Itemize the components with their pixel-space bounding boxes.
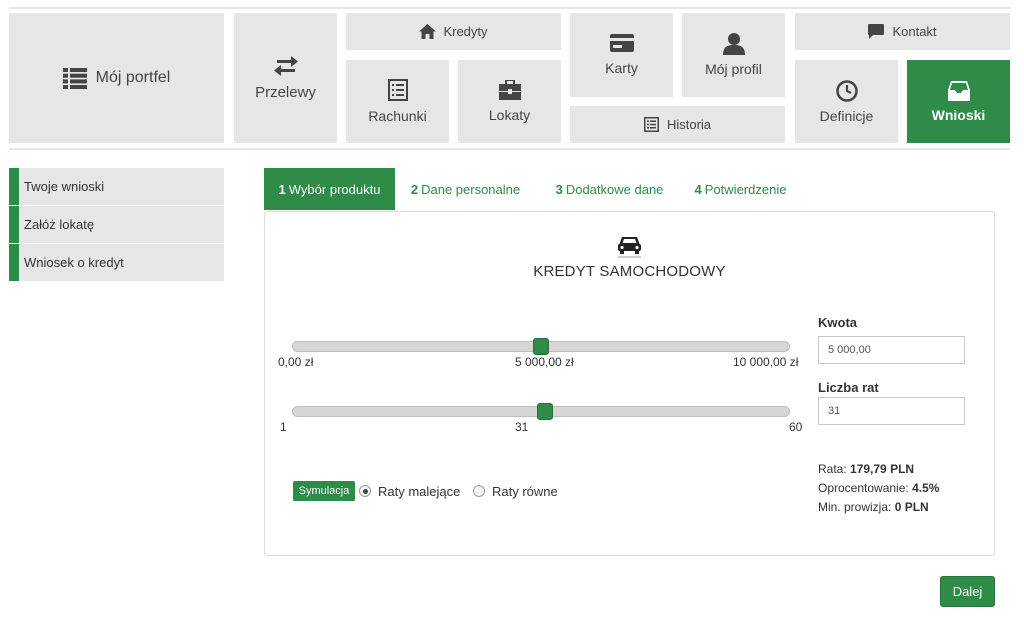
ledger-icon	[387, 79, 408, 101]
list-icon	[62, 67, 87, 89]
nav-accounts-label: Rachunki	[368, 108, 427, 124]
user-icon	[722, 33, 745, 55]
comment-icon	[868, 24, 885, 39]
tab-step-4[interactable]: 4 Potwierdzenie	[685, 168, 796, 210]
sidebar-item-label: Twoje wnioski	[24, 179, 105, 194]
tab-step-1[interactable]: 1 Wybór produktu	[264, 168, 395, 210]
installments-min-label: 1	[280, 420, 287, 434]
installments-field[interactable]	[818, 397, 965, 425]
car-icon	[617, 234, 642, 264]
commission-value: 0 PLN	[894, 500, 929, 514]
nav-tile-definitions[interactable]: Definicje	[795, 60, 898, 143]
radio-decreasing-label: Raty malejące	[378, 484, 461, 499]
product-title: KREDYT SAMOCHODOWY	[533, 263, 726, 280]
nav-tile-contact[interactable]: Kontakt	[795, 13, 1010, 50]
step-number: 3	[555, 181, 563, 197]
amount-max-label: 10 000,00 zł	[733, 355, 799, 369]
summary-commission: Min. prowizja: 0 PLN	[818, 500, 929, 514]
nav-definitions-label: Definicje	[819, 107, 874, 124]
commission-label: Min. prowizja:	[818, 500, 892, 514]
clock-icon	[835, 79, 858, 102]
nav-deposits-label: Lokaty	[488, 107, 531, 123]
amount-mid-label: 5 000,00 zł	[515, 355, 574, 369]
simulation-button[interactable]: Symulacja	[293, 481, 355, 501]
sidebar-item-label: Załóż lokatę	[24, 217, 95, 232]
nav-tile-credits[interactable]: Kredyty	[346, 13, 561, 50]
transfer-arrows-icon	[273, 55, 298, 76]
step-label: Wybór produktu	[288, 181, 381, 197]
nav-credits-label: Kredyty	[443, 24, 488, 39]
sidebar-item-credit-application[interactable]: Wniosek o kredyt	[9, 244, 224, 281]
top-divider	[9, 7, 1010, 9]
nav-divider	[9, 148, 1010, 150]
step-label: Dane personalne	[421, 181, 521, 197]
sidebar-item-applications[interactable]: Twoje wnioski	[9, 168, 224, 205]
nav-tile-history[interactable]: Historia	[570, 106, 785, 143]
summary-rate: Rata: 179,79 PLN	[818, 462, 914, 476]
sidebar-item-open-deposit[interactable]: Załóż lokatę	[9, 206, 224, 243]
installments-field-label: Liczba rat	[818, 380, 879, 395]
step-label: Potwierdzenie	[704, 181, 787, 197]
rate-value: 179,79 PLN	[850, 462, 915, 476]
nav-cards-label: Karty	[605, 60, 638, 76]
home-icon	[419, 24, 437, 39]
nav-history-label: Historia	[666, 117, 712, 132]
amount-field-label: Kwota	[818, 315, 857, 330]
interest-value: 4.5%	[912, 481, 940, 495]
nav-tile-applications[interactable]: Wnioski	[907, 60, 1010, 143]
nav-portfolio-label: Mój portfel	[95, 69, 171, 86]
tab-step-2[interactable]: 2 Dane personalne	[400, 168, 531, 210]
sidebar-item-label: Wniosek o kredyt	[24, 255, 124, 270]
inbox-icon	[947, 80, 970, 101]
step-number: 2	[410, 181, 419, 197]
installments-max-label: 60	[789, 420, 803, 434]
step-label: Dodatkowe dane	[565, 181, 664, 197]
summary-interest: Oprocentowanie: 4.5%	[818, 481, 939, 495]
briefcase-icon	[498, 80, 521, 100]
step-number: 4	[694, 181, 702, 197]
nav-contact-label: Kontakt	[892, 24, 937, 39]
nav-applications-label: Wnioski	[931, 106, 986, 123]
radio-equal-label: Raty równe	[492, 484, 558, 499]
nav-tile-profile[interactable]: Mój profil	[682, 13, 785, 97]
interest-label: Oprocentowanie:	[818, 481, 909, 495]
nav-profile-label: Mój profil	[705, 61, 762, 77]
installments-mid-label: 31	[515, 420, 529, 434]
nav-tile-transfers[interactable]: Przelewy	[234, 13, 337, 143]
amount-min-label: 0,00 zł	[278, 355, 314, 369]
nav-tile-portfolio[interactable]: Mój portfel	[9, 13, 224, 143]
amount-field[interactable]	[818, 336, 965, 364]
amount-slider-handle[interactable]	[533, 338, 549, 355]
radio-decreasing-installments[interactable]	[359, 485, 371, 497]
next-button[interactable]: Dalej	[940, 576, 995, 607]
step-number: 1	[278, 181, 286, 197]
nav-tile-deposits[interactable]: Lokaty	[458, 60, 561, 143]
installments-slider-handle[interactable]	[537, 403, 554, 420]
rate-label: Rata:	[818, 462, 847, 476]
tab-step-3[interactable]: 3 Dodatkowe dane	[545, 168, 674, 210]
list-alt-icon	[643, 117, 659, 132]
credit-card-icon	[609, 34, 634, 52]
radio-equal-installments[interactable]	[473, 485, 485, 497]
nav-tile-cards[interactable]: Karty	[570, 13, 673, 97]
nav-tile-accounts[interactable]: Rachunki	[346, 60, 449, 143]
nav-transfers-label: Przelewy	[255, 83, 316, 101]
